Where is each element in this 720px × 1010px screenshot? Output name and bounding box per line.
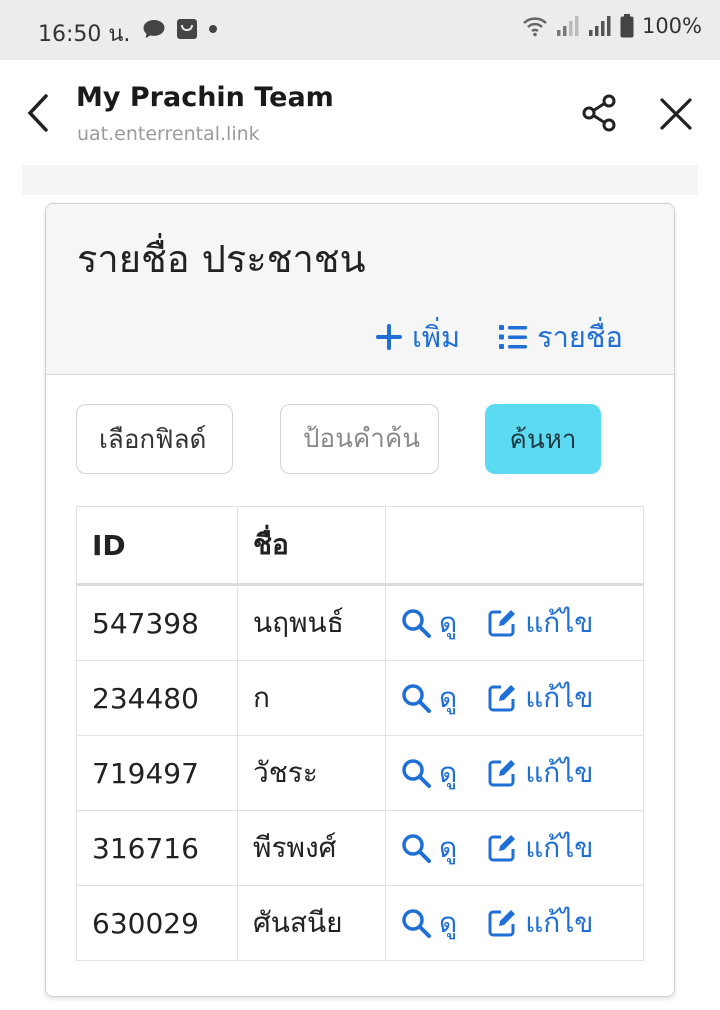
wifi-icon [523, 17, 547, 37]
close-button[interactable] [656, 94, 696, 134]
dot-icon [209, 25, 217, 33]
search-icon [402, 834, 431, 863]
cell-name: วัชระ [237, 735, 386, 811]
view-button[interactable]: ดู [401, 601, 457, 645]
edit-label: แก้ไข [525, 681, 594, 714]
edit-label: แก้ไข [525, 906, 594, 939]
app-bar: My Prachin Team uat.enterrental.link [0, 60, 720, 164]
cell-id: 630029 [76, 885, 238, 961]
battery-percent: 100% [641, 14, 702, 38]
plus-icon [376, 324, 402, 350]
view-button[interactable]: ดู [401, 751, 457, 795]
table-header-row: ID ชื่อ [76, 506, 644, 586]
app-title: My Prachin Team [76, 82, 334, 113]
edit-button[interactable]: แก้ไข [487, 826, 593, 870]
share-button[interactable] [578, 92, 620, 134]
edit-icon [488, 835, 516, 862]
cell-id: 316716 [76, 810, 238, 886]
bag-icon [177, 19, 197, 39]
edit-label: แก้ไข [525, 831, 594, 864]
edit-icon [488, 910, 516, 937]
list-button[interactable]: รายชื่อ [499, 314, 623, 360]
edit-button[interactable]: แก้ไข [487, 601, 593, 645]
edit-icon [488, 760, 516, 787]
cell-actions: ดู แก้ไข [385, 885, 644, 961]
cell-name: ศันสนีย [237, 885, 386, 961]
cell-name: ก [237, 660, 386, 736]
view-label: ดู [439, 756, 458, 789]
view-button[interactable]: ดู [401, 901, 457, 945]
table-row: 630029 ศันสนีย ดู แก้ไข [76, 885, 644, 961]
header-id: ID [76, 506, 238, 586]
table-row: 547398 นฤพนธ์ ดู แก้ไข [76, 584, 644, 661]
cell-actions: ดู แก้ไข [385, 584, 644, 661]
cell-id: 547398 [76, 584, 238, 661]
close-icon [660, 98, 692, 130]
people-table: ID ชื่อ 547398 นฤพนธ์ ดู แก้ไข 234480 กดู แก้ไ… [76, 506, 644, 961]
cell-name: พีรพงศ์ [237, 810, 386, 886]
add-button[interactable]: เพิ่ม [376, 314, 460, 360]
list-label: รายชื่อ [537, 320, 623, 354]
people-card: รายชื่อ ประชาชน เพิ่ม รายชื่อ เลือกฟิลด์… [45, 203, 675, 997]
back-button[interactable] [22, 90, 58, 136]
search-icon [402, 759, 431, 788]
edit-icon [488, 610, 516, 637]
header-actions [385, 506, 644, 586]
chat-icon [143, 20, 165, 38]
view-label: ดู [439, 906, 458, 939]
view-button[interactable]: ดู [401, 676, 457, 720]
edit-label: แก้ไข [525, 756, 594, 789]
signal-icon [556, 16, 579, 36]
table-row: 719497 วัชระ ดู แก้ไข [76, 735, 644, 811]
status-bar: 16:50 น. 100% [0, 0, 720, 60]
edit-icon [488, 685, 516, 712]
cell-actions: ดู แก้ไข [385, 810, 644, 886]
search-icon [402, 609, 431, 638]
table-row: 316716 พีรพงศ์ ดู แก้ไข [76, 810, 644, 886]
table-row: 234480 ก ดู แก้ไข [76, 660, 644, 736]
cell-id: 719497 [76, 735, 238, 811]
keyword-input[interactable] [280, 404, 439, 474]
header-name: ชื่อ [237, 506, 386, 586]
search-button[interactable]: ค้นหา [485, 404, 601, 474]
search-icon [402, 909, 431, 938]
field-select[interactable]: เลือกฟิลด์ [76, 404, 233, 474]
view-button[interactable]: ดู [401, 826, 457, 870]
cell-actions: ดู แก้ไข [385, 660, 644, 736]
edit-button[interactable]: แก้ไข [487, 751, 593, 795]
cell-name: นฤพนธ์ [237, 584, 386, 661]
edit-button[interactable]: แก้ไข [487, 676, 593, 720]
cell-actions: ดู แก้ไข [385, 735, 644, 811]
view-label: ดู [439, 831, 458, 864]
view-label: ดู [439, 681, 458, 714]
edit-label: แก้ไข [525, 606, 594, 639]
status-time: 16:50 น. [38, 22, 131, 47]
back-icon [27, 94, 48, 132]
add-label: เพิ่ม [412, 320, 461, 354]
card-title: รายชื่อ ประชาชน [77, 237, 366, 281]
top-divider-band [22, 165, 698, 195]
edit-button[interactable]: แก้ไข [487, 901, 593, 945]
list-icon [499, 325, 527, 349]
battery-icon [620, 14, 634, 38]
share-icon [582, 94, 616, 132]
app-url: uat.enterrental.link [77, 123, 260, 145]
view-label: ดู [439, 606, 458, 639]
cell-id: 234480 [76, 660, 238, 736]
card-header: รายชื่อ ประชาชน เพิ่ม รายชื่อ [46, 204, 674, 375]
signal-icon-2 [588, 16, 611, 36]
search-icon [402, 684, 431, 713]
